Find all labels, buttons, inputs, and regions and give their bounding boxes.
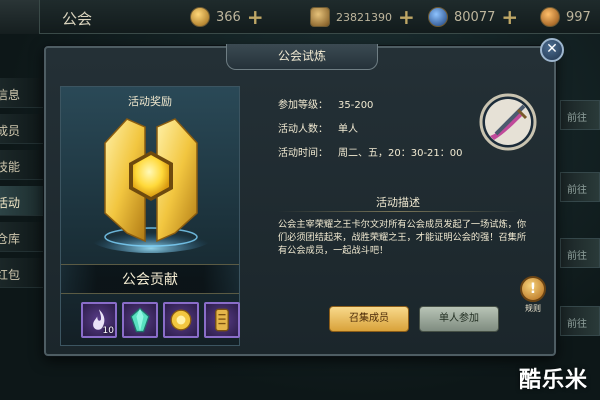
- reward-item[interactable]: [163, 302, 199, 338]
- close-icon: ✕: [546, 41, 558, 57]
- sidebar-item-red-packet[interactable]: 红包: [0, 258, 44, 288]
- watermark: 酷乐米: [518, 368, 588, 393]
- time-row: 活动时间： 周二、五，20：30-21：00: [278, 144, 463, 160]
- reward-item[interactable]: [204, 302, 240, 338]
- scroll-icon: [215, 308, 229, 332]
- top-bar: 公会 366 + 23821390 + 80077 + 997: [0, 0, 600, 34]
- sidebar-item-label: 活动: [0, 196, 21, 210]
- sidebar-item-skills[interactable]: 技能: [0, 150, 44, 180]
- sword-event-icon: [478, 92, 538, 152]
- sidebar-item-label: 信息: [0, 88, 21, 102]
- resource-value: 366: [216, 9, 241, 25]
- add-resource-button[interactable]: +: [398, 7, 415, 27]
- gold-coin-icon: [190, 7, 210, 27]
- reward-item[interactable]: 10: [81, 302, 117, 338]
- sidebar-item-events[interactable]: 活动: [0, 186, 44, 216]
- resource-orb: 997: [540, 6, 591, 28]
- reward-name: 公会贡献: [61, 264, 239, 294]
- resource-value: 23821390: [336, 10, 392, 24]
- sidebar-item-info[interactable]: 信息: [0, 78, 44, 108]
- rules-button[interactable]: ! 规则: [518, 276, 548, 318]
- info-icon: !: [520, 276, 546, 302]
- sidebar-item-warehouse[interactable]: 仓库: [0, 222, 44, 252]
- sidebar-item-members[interactable]: 成员: [0, 114, 44, 144]
- background-go-button[interactable]: 前往: [560, 172, 600, 202]
- add-resource-button[interactable]: +: [501, 7, 518, 27]
- reward-caption: 活动奖励: [128, 95, 172, 108]
- rules-label: 规则: [525, 304, 541, 313]
- sidebar-item-label: 技能: [0, 160, 21, 174]
- people-row: 活动人数： 单人: [278, 120, 358, 136]
- background-go-button[interactable]: 前往: [560, 306, 600, 336]
- time-value: 周二、五，20：30-21：00: [338, 148, 463, 159]
- blue-gem-icon: [428, 7, 448, 27]
- people-label: 活动人数：: [278, 124, 328, 135]
- level-label: 参加等级：: [278, 100, 328, 111]
- resource-gold: 366 +: [190, 6, 264, 28]
- dialog-title: 公会试炼: [277, 49, 326, 63]
- item-quantity: 10: [102, 326, 114, 336]
- description-text: 公会主宰荣耀之王卡尔文对所有公会成员发起了一场试炼，你们必须团结起来，战胜荣耀之…: [278, 219, 527, 256]
- time-label: 活动时间：: [278, 148, 328, 159]
- screen-title: 公会: [62, 10, 93, 28]
- close-button[interactable]: ✕: [540, 38, 564, 62]
- resource-value: 80077: [454, 9, 496, 25]
- people-value: 单人: [338, 124, 358, 135]
- resource-gems: 80077 +: [428, 6, 518, 28]
- resource-value: 997: [566, 9, 591, 25]
- sidebar-item-label: 仓库: [0, 232, 21, 246]
- background-go-button[interactable]: 前往: [560, 238, 600, 268]
- guild-contribution-emblem-icon: [83, 109, 219, 259]
- background-go-button[interactable]: 前往: [560, 100, 600, 130]
- reward-item[interactable]: [122, 302, 158, 338]
- level-row: 参加等级： 35-200: [278, 96, 373, 112]
- coin-stack-icon: [310, 7, 330, 27]
- crystal-icon: [130, 307, 150, 333]
- dialog-header: 公会试炼: [226, 44, 378, 70]
- summon-members-button[interactable]: 召集成员: [329, 306, 409, 332]
- sidebar-item-label: 成员: [0, 124, 21, 138]
- gold-medal-icon: [170, 309, 192, 331]
- reward-items: 10: [81, 302, 241, 342]
- back-button[interactable]: [0, 0, 40, 34]
- sidebar-item-label: 红包: [0, 268, 21, 282]
- level-value: 35-200: [338, 100, 374, 111]
- add-resource-button[interactable]: +: [247, 7, 264, 27]
- guild-trial-dialog: 公会试炼 ✕ 活动奖励 公会贡献 10 参加等级： 35-200 活动人数： 单…: [44, 38, 564, 356]
- orange-orb-icon: [540, 7, 560, 27]
- resource-coins: 23821390 +: [310, 6, 415, 28]
- solo-join-button[interactable]: 单人参加: [419, 306, 499, 332]
- reward-panel: 活动奖励 公会贡献 10: [60, 86, 240, 346]
- divider: [278, 211, 518, 212]
- description-title: 活动描述: [376, 196, 420, 209]
